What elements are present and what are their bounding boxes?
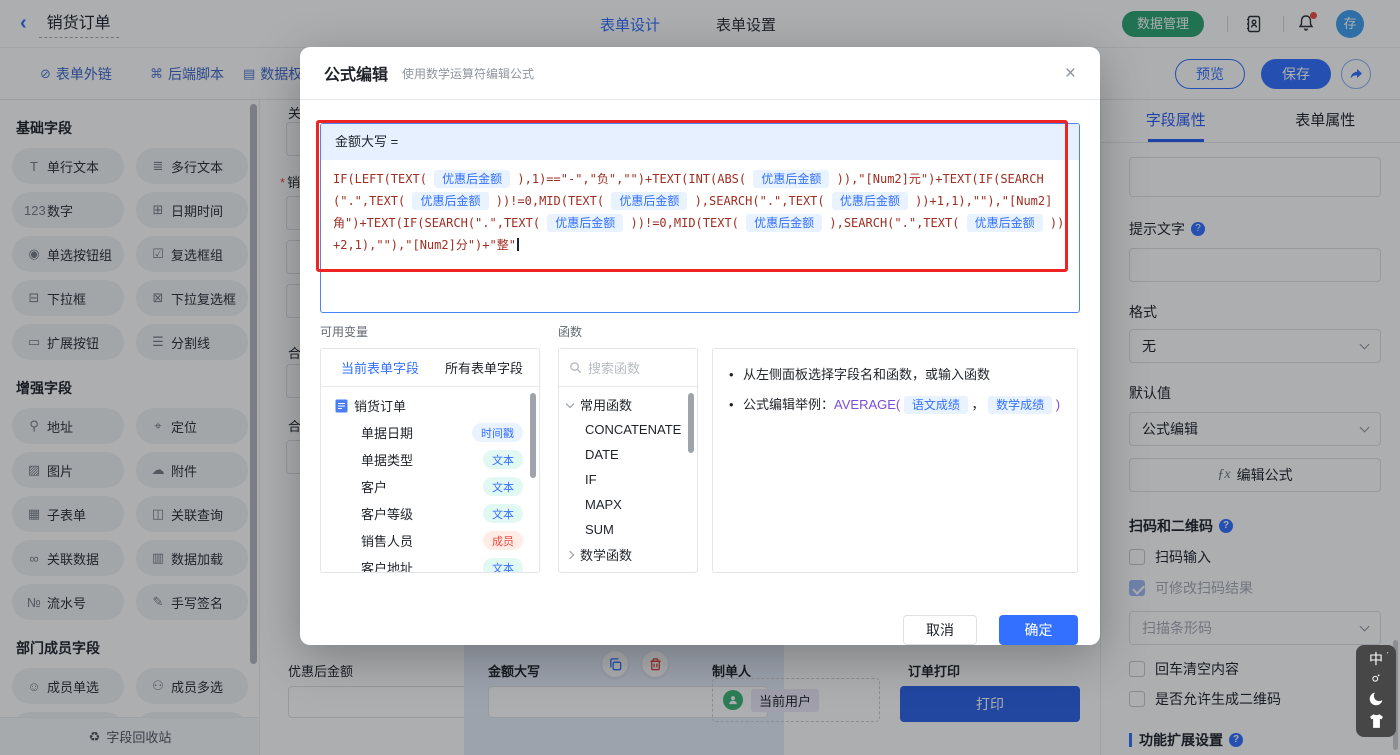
functions-label: 函数 [558,325,583,339]
variables-scrollbar[interactable] [530,393,536,478]
hints-panel: • 从左侧面板选择字段名和函数，或输入函数 • 公式编辑举例：AVERAGE( 语… [712,348,1078,573]
modal-subtitle: 使用数学运算符编辑公式 [402,66,535,81]
function-item[interactable]: DATE [559,442,697,467]
close-icon[interactable]: × [1065,64,1076,83]
ime-float-widget[interactable]: 中 [1356,645,1396,737]
search-icon [570,362,582,374]
formula-editor-modal: 公式编辑 使用数学运算符编辑公式 × 金额大写 = IF(LEFT(TEXT( … [300,47,1100,645]
modal-header: 公式编辑 使用数学运算符编辑公式 × [300,47,1100,100]
ime-lang-icon[interactable]: 中 [1369,649,1389,666]
confirm-button[interactable]: 确定 [999,615,1078,645]
tab-all-form-fields[interactable]: 所有表单字段 [445,358,523,377]
variables-label: 可用变量 [320,325,369,339]
function-item[interactable]: IF [559,467,697,492]
modal-title: 公式编辑 [324,67,389,84]
field-chip: 优惠后金额 [966,214,1043,232]
app: ‹ 销货订单 表单设计 表单设置 数据管理 存 ⊘ 表单外链 ⌘ 后端脚本 ▤ 数据权… [0,0,1400,755]
example-field-chip: 语文成绩 [903,396,968,414]
function-group-common[interactable]: 常用函数 [559,392,697,417]
field-chip: 优惠后金额 [611,192,688,210]
formula-editor[interactable]: 金额大写 = IF(LEFT(TEXT( 优惠后金额 ),1)=="-","负"… [320,123,1080,313]
cancel-button[interactable]: 取消 [903,615,977,645]
function-search[interactable]: 搜索函数 [559,349,697,387]
dark-mode-moon-icon[interactable] [1368,690,1385,707]
variables-panel: 当前表单字段 所有表单字段 销货订单 单据日期 时间戳 单据类型 文本 客户 文… [320,348,540,573]
field-chip: 优惠后金额 [412,192,489,210]
field-type-badge: 文本 [483,477,523,496]
field-type-badge: 文本 [483,558,523,572]
field-type-badge: 文本 [483,450,523,469]
variable-field-row[interactable]: 客户等级 文本 [321,500,539,527]
variable-field-row[interactable]: 客户地址 文本 [321,554,539,572]
hint-line-1: • 从左侧面板选择字段名和函数，或输入函数 [729,367,991,382]
text-caret [516,238,519,251]
functions-tree: 常用函数 CONCATENATEDATEIFMAPXSUM 数学函数 文本函数 [559,387,697,572]
formula-text[interactable]: IF(LEFT(TEXT( 优惠后金额 ),1)=="-","负","")+TE… [321,160,1079,264]
ime-mode-icon[interactable] [1370,672,1382,684]
variable-field-row[interactable]: 客户 文本 [321,473,539,500]
field-chip: 优惠后金额 [547,214,624,232]
functions-panel: 搜索函数 常用函数 CONCATENATE DATE IF MAPX SUM 数学函数 … [558,348,698,573]
field-chip: 优惠后金额 [434,170,511,188]
example-function-name: AVERAGE( [834,397,901,412]
field-chip: 优惠后金额 [831,192,908,210]
variables-root[interactable]: 销货订单 [321,392,539,419]
formula-target: 金额大写 = [321,124,1079,160]
variable-field-row[interactable]: 销售人员 成员 [321,527,539,554]
field-type-badge: 文本 [483,504,523,523]
field-chip: 优惠后金额 [746,214,823,232]
field-type-badge: 时间戳 [472,423,523,442]
theme-shirt-icon[interactable] [1368,713,1385,730]
form-doc-icon [335,399,348,412]
function-item[interactable]: SUM [559,517,697,542]
variables-tabs: 当前表单字段 所有表单字段 [321,349,539,387]
variable-field-row[interactable]: 单据类型 文本 [321,446,539,473]
tab-current-form-fields[interactable]: 当前表单字段 [341,358,419,377]
variables-list: 销货订单 单据日期 时间戳 单据类型 文本 客户 文本 客户等级 文本 销售人员… [321,387,539,572]
function-group-text[interactable]: 文本函数 [559,567,697,572]
hint-line-2: • 公式编辑举例：AVERAGE( 语文成绩 ， 数学成绩 ) [729,396,1061,414]
chevron-down-icon [565,399,575,408]
functions-scrollbar[interactable] [688,393,694,453]
field-type-badge: 成员 [483,531,523,550]
search-placeholder: 搜索函数 [588,361,641,376]
function-item[interactable]: CONCATENATE [559,417,697,442]
variable-field-row[interactable]: 单据日期 时间戳 [321,419,539,446]
function-group-math[interactable]: 数学函数 [559,542,697,567]
example-field-chip: 数学成绩 [988,396,1053,414]
function-item[interactable]: MAPX [559,492,697,517]
field-chip: 优惠后金额 [753,170,830,188]
chevron-right-icon [565,550,575,559]
